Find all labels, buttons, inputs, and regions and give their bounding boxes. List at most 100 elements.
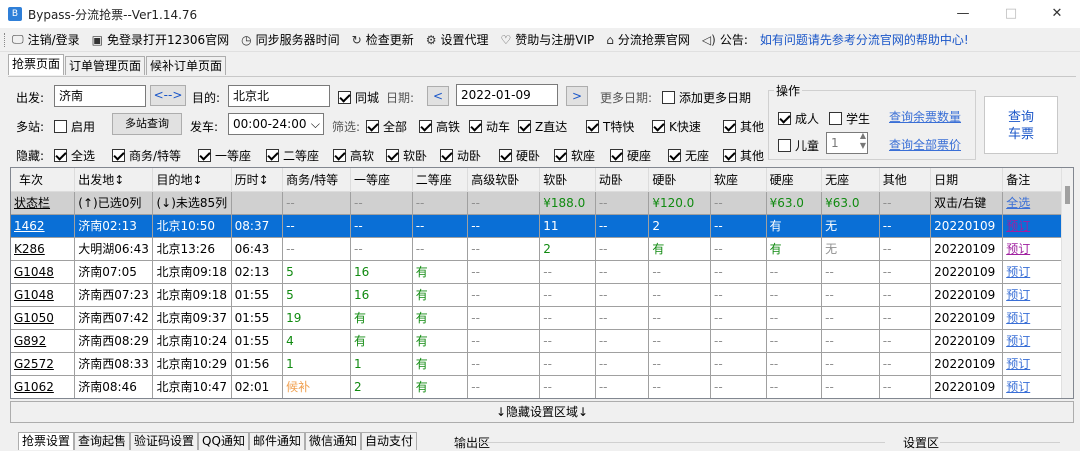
hide-settings-button[interactable]: ↓隐藏设置区域↓ — [10, 401, 1074, 423]
book-link[interactable]: 预订 — [1006, 357, 1030, 371]
query-all-prices-link[interactable]: 查询全部票价 — [889, 136, 961, 153]
settings-tab-0[interactable]: 抢票设置 — [18, 432, 75, 450]
notice-text[interactable]: 如有问题请先参考分流官网的帮助中心! — [760, 31, 969, 48]
query-remaining-link[interactable]: 查询余票数量 — [889, 108, 961, 125]
book-link[interactable]: 预订 — [1006, 288, 1030, 302]
prev-date-button[interactable]: < — [427, 86, 449, 106]
remark-cell[interactable]: 预订 — [1002, 329, 1063, 353]
column-header[interactable]: 商务/特等 — [282, 168, 351, 192]
menu-item-2[interactable]: ◷ 同步服务器时间 — [241, 31, 340, 48]
filter-checkbox-5[interactable]: K快速 — [652, 118, 701, 135]
status-row[interactable]: 状态栏 (↑)已选0列 (↓)未选85列 -- -- -- -- ¥188.0 -- ¥120.0… — [11, 191, 1063, 215]
hide-checkbox-11[interactable]: 其他 — [723, 147, 764, 164]
menu-item-7[interactable]: ◁) 公告: — [702, 31, 748, 48]
book-link[interactable]: 预订 — [1006, 334, 1030, 348]
table-row[interactable]: G1048 济南07:05 北京南09:18 02:13 5 16 有 -- -- -- -- -- -… — [11, 260, 1063, 284]
remark-cell[interactable]: 预订 — [1002, 283, 1063, 307]
book-link[interactable]: 预订 — [1006, 311, 1030, 325]
date-input[interactable]: 2022-01-09 — [456, 84, 558, 106]
settings-tab-5[interactable]: 微信通知 — [304, 432, 361, 450]
scrollbar-thumb[interactable] — [1065, 186, 1070, 204]
book-link[interactable]: 预订 — [1006, 380, 1030, 394]
menu-item-1[interactable]: ▣ 免登录打开12306官网 — [92, 31, 230, 48]
menu-item-3[interactable]: ↻ 检查更新 — [352, 31, 414, 48]
table-row[interactable]: G1048 济南西07:23 北京南09:18 01:55 5 16 有 -- -- -- -- --… — [11, 283, 1063, 307]
tab-waitlist-orders[interactable]: 候补订单页面 — [146, 56, 227, 75]
hide-checkbox-0[interactable]: 全选 — [54, 147, 95, 164]
samecity-checkbox[interactable]: 同城 — [338, 89, 379, 106]
remark-cell[interactable]: 全选 — [1002, 191, 1063, 215]
settings-tab-4[interactable]: 邮件通知 — [248, 432, 305, 450]
remark-cell[interactable]: 预订 — [1002, 260, 1063, 284]
remark-cell[interactable]: 预订 — [1002, 306, 1063, 330]
column-header[interactable]: 一等座 — [350, 168, 413, 192]
hide-checkbox-1[interactable]: 商务/特等 — [112, 147, 181, 164]
to-input[interactable]: 北京北 — [228, 85, 330, 107]
column-header[interactable]: 高级软卧 — [467, 168, 541, 192]
train-number-cell[interactable]: G1050 — [11, 306, 76, 330]
column-header[interactable]: 二等座 — [412, 168, 469, 192]
train-number-cell[interactable]: G892 — [11, 329, 76, 353]
settings-tab-1[interactable]: 查询起售 — [74, 432, 131, 450]
book-link[interactable]: 预订 — [1006, 265, 1030, 279]
column-header[interactable]: 历时↕ — [231, 168, 284, 192]
table-row[interactable]: G1050 济南西07:42 北京南09:37 01:55 19 有有 -- -- -- -- --… — [11, 306, 1063, 330]
settings-tab-6[interactable]: 自动支付 — [360, 432, 417, 450]
hide-checkbox-2[interactable]: 一等座 — [198, 147, 251, 164]
column-header[interactable]: 硬座 — [766, 168, 823, 192]
student-checkbox[interactable]: 学生 — [829, 110, 870, 127]
menu-item-5[interactable]: ♡ 赞助与注册VIP — [501, 31, 595, 48]
vertical-scrollbar[interactable] — [1061, 168, 1073, 398]
maximize-button[interactable]: □ — [988, 0, 1034, 28]
column-header[interactable]: 无座 — [821, 168, 880, 192]
column-header[interactable]: 其他 — [879, 168, 932, 192]
filter-checkbox-2[interactable]: 动车 — [469, 118, 510, 135]
column-header[interactable]: 日期 — [930, 168, 1004, 192]
add-more-dates-checkbox[interactable]: 添加更多日期 — [662, 89, 751, 106]
menu-item-4[interactable]: ⚙ 设置代理 — [426, 31, 489, 48]
hide-checkbox-8[interactable]: 软座 — [554, 147, 595, 164]
hide-checkbox-4[interactable]: 高软 — [333, 147, 374, 164]
book-link[interactable]: 预订 — [1006, 219, 1030, 233]
settings-tab-2[interactable]: 验证码设置 — [130, 432, 199, 450]
settings-tab-3[interactable]: QQ通知 — [198, 432, 249, 450]
child-count-stepper[interactable]: 1 ▲ ▼ — [826, 131, 868, 154]
remark-cell[interactable]: 预订 — [1002, 352, 1063, 376]
table-row[interactable]: 1462 济南02:13 北京10:50 08:37 -- -- -- -- 11 -- 2 -- 有无… — [11, 214, 1063, 238]
remark-cell[interactable]: 预订 — [1002, 237, 1063, 261]
from-input[interactable]: 济南 — [54, 85, 146, 107]
hide-checkbox-9[interactable]: 硬座 — [610, 147, 651, 164]
filter-checkbox-1[interactable]: 高铁 — [419, 118, 460, 135]
child-checkbox[interactable]: 儿童 — [778, 137, 819, 154]
table-row[interactable]: G2572 济南西08:33 北京南10:29 01:56 1 1 有 -- -- -- -- -- -… — [11, 352, 1063, 376]
column-header[interactable]: 软座 — [710, 168, 767, 192]
hide-checkbox-6[interactable]: 动卧 — [440, 147, 481, 164]
train-number-cell[interactable]: G1048 — [11, 283, 76, 307]
minimize-button[interactable]: — — [940, 0, 986, 28]
hide-checkbox-3[interactable]: 二等座 — [266, 147, 319, 164]
multistation-query-button[interactable]: 多站查询 — [112, 113, 182, 135]
train-number-cell[interactable]: G2572 — [11, 352, 76, 376]
column-header[interactable]: 车次 — [11, 168, 76, 192]
train-number-cell[interactable]: 状态栏 — [11, 191, 76, 215]
remark-cell[interactable]: 预订 — [1002, 214, 1063, 238]
enable-multistation-checkbox[interactable]: 启用 — [54, 118, 95, 135]
train-number-cell[interactable]: 1462 — [11, 214, 76, 238]
hide-checkbox-5[interactable]: 软卧 — [386, 147, 427, 164]
swap-button[interactable]: <--> — [150, 85, 186, 106]
train-number-cell[interactable]: K286 — [11, 237, 76, 261]
menu-item-6[interactable]: ⌂ 分流抢票官网 — [606, 31, 690, 48]
column-header[interactable]: 出发地↕ — [74, 168, 154, 192]
column-header[interactable]: 动卧 — [595, 168, 650, 192]
depart-time-select[interactable]: 00:00-24:00 ⌵ — [228, 113, 324, 135]
table-row[interactable]: K286 大明湖06:43 北京13:26 06:43 -- -- -- -- 2 -- 有 -- 有无… — [11, 237, 1063, 261]
select-all-link[interactable]: 全选 — [1006, 196, 1030, 210]
adult-checkbox[interactable]: 成人 — [778, 110, 819, 127]
menu-item-0[interactable]: 🖵 注销/登录 — [12, 31, 80, 48]
column-header[interactable]: 硬卧 — [648, 168, 712, 192]
column-header[interactable]: 软卧 — [539, 168, 596, 192]
book-link[interactable]: 预订 — [1006, 242, 1030, 256]
filter-checkbox-4[interactable]: T特快 — [586, 118, 634, 135]
filter-checkbox-3[interactable]: Z直达 — [518, 118, 567, 135]
hide-checkbox-10[interactable]: 无座 — [668, 147, 709, 164]
